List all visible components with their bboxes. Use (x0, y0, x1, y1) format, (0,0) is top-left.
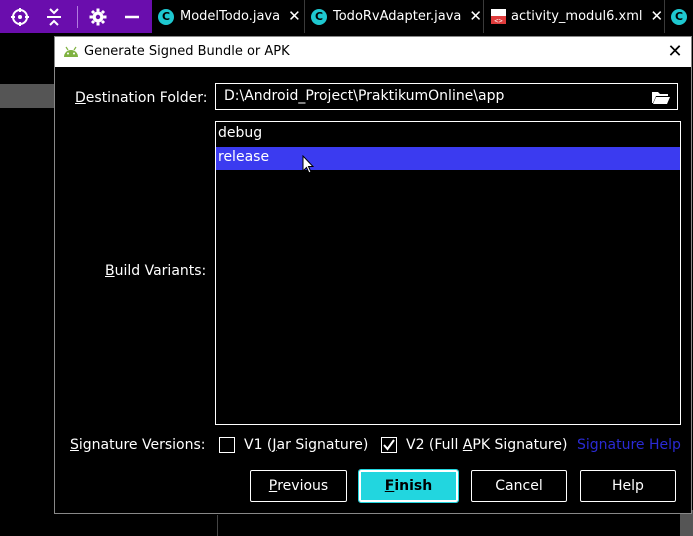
tab-label: activity_modul6.xml (511, 9, 643, 24)
destination-folder-field[interactable]: D:\Android_Project\PraktikumOnline\app (215, 83, 678, 110)
signature-versions-label: Signature Versions: (70, 437, 206, 453)
ide-top-bar: C ModelTodo.java ✕ C TodoRvAdapter.java … (0, 0, 693, 34)
signature-help-link[interactable]: Signature Help (577, 437, 681, 453)
finish-button[interactable]: Finish (358, 469, 459, 503)
crosshair-icon[interactable] (9, 6, 31, 28)
close-icon[interactable]: ✕ (663, 39, 687, 63)
dialog-title-bar: Generate Signed Bundle or APK ✕ (55, 37, 691, 67)
xml-file-icon: <> (491, 9, 506, 25)
cancel-button[interactable]: Cancel (471, 470, 567, 502)
mouse-cursor-icon (302, 155, 314, 174)
generate-signed-apk-dialog: Generate Signed Bundle or APK ✕ Destinat… (54, 36, 692, 514)
folder-open-icon[interactable] (651, 89, 671, 105)
list-item[interactable]: debug (216, 123, 680, 146)
checkmark-icon (383, 439, 395, 451)
close-tab-icon[interactable]: ✕ (469, 9, 482, 24)
tab-label: TodoRvAdapter.java (333, 9, 462, 24)
tab-modeltodo[interactable]: C ModelTodo.java ✕ (152, 0, 305, 33)
minimize-icon[interactable] (121, 6, 143, 28)
list-item-selected[interactable]: release (216, 147, 680, 170)
v1-label: V1 (Jar Signature) (244, 437, 369, 453)
close-tab-icon[interactable]: ✕ (651, 9, 664, 24)
tab-label: ModelTodo.java (180, 9, 281, 24)
tab-activity-modul6[interactable]: <> activity_modul6.xml ✕ (484, 0, 665, 33)
destination-folder-label: Destination Folder: (75, 90, 208, 106)
collapse-icon[interactable] (43, 6, 65, 28)
previous-button[interactable]: Previous (250, 470, 347, 502)
background-panel-strip (0, 84, 54, 108)
destination-folder-value: D:\Android_Project\PraktikumOnline\app (224, 88, 505, 104)
class-icon: C (311, 8, 327, 25)
gear-icon[interactable] (87, 6, 109, 28)
build-variants-label: Build Variants: (105, 263, 207, 279)
v1-checkbox[interactable] (219, 437, 235, 453)
background-divider (217, 515, 218, 536)
dialog-title: Generate Signed Bundle or APK (84, 44, 290, 59)
tab-overflow[interactable]: C (665, 0, 693, 33)
v2-label: V2 (Full APK Signature) (406, 437, 568, 453)
tab-todorvadapter[interactable]: C TodoRvAdapter.java ✕ (305, 0, 484, 33)
class-icon: C (671, 8, 687, 25)
class-icon: C (158, 8, 174, 25)
help-button[interactable]: Help (580, 470, 676, 502)
v2-checkbox[interactable] (381, 437, 397, 453)
tool-window-toolbar (0, 0, 152, 33)
android-icon (64, 46, 78, 57)
build-variants-list[interactable]: debug release (215, 121, 681, 425)
toolbar-separator (77, 6, 78, 28)
svg-text:<>: <> (494, 17, 502, 25)
close-tab-icon[interactable]: ✕ (288, 9, 301, 24)
